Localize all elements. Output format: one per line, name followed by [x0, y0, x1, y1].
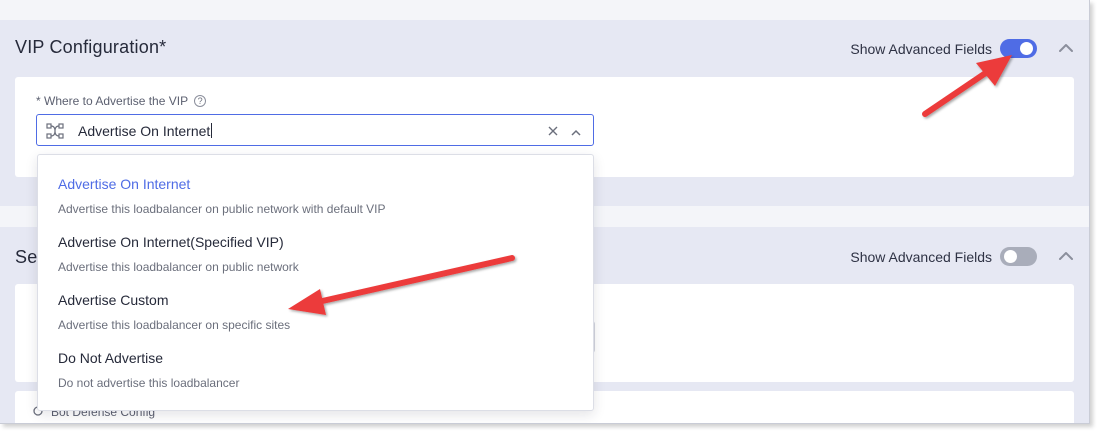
- chevron-up-icon: [1059, 44, 1073, 52]
- vip-section-title-text: VIP Configuration: [15, 37, 160, 57]
- toggle-knob: [1004, 250, 1017, 263]
- help-icon[interactable]: ?: [194, 95, 207, 107]
- chevron-up-icon[interactable]: [570, 125, 582, 143]
- advertise-field-label: * Where to Advertise the VIP ?: [36, 94, 207, 108]
- dropdown-option-advertise-custom[interactable]: Advertise Custom Advertise this loadbala…: [38, 271, 593, 332]
- dropdown-option-do-not-advertise[interactable]: Do Not Advertise Do not advertise this l…: [38, 329, 593, 390]
- advanced-fields-label: Show Advanced Fields: [850, 248, 992, 265]
- collapse-section-button[interactable]: [1056, 38, 1076, 58]
- advertise-dropdown-menu: Advertise On Internet Advertise this loa…: [37, 154, 594, 411]
- dropdown-option-advertise-on-internet-specified-vip[interactable]: Advertise On Internet(Specified VIP) Adv…: [38, 213, 593, 274]
- clear-icon[interactable]: [547, 124, 559, 142]
- vip-section-title: VIP Configuration*: [15, 37, 166, 58]
- advertise-select[interactable]: Advertise On Internet: [36, 114, 594, 146]
- second-advanced-fields: Show Advanced Fields: [850, 247, 1037, 266]
- app-frame: VIP Configuration* Show Advanced Fields …: [0, 0, 1090, 424]
- chevron-up-icon: [1059, 252, 1073, 260]
- selected-value-text: Advertise On Internet: [78, 123, 211, 139]
- vip-advanced-fields: Show Advanced Fields: [850, 39, 1037, 58]
- text-caret: [211, 123, 213, 138]
- required-mark: *: [159, 37, 167, 57]
- network-icon: [46, 123, 64, 144]
- toggle-knob: [1020, 42, 1033, 55]
- dropdown-option-advertise-on-internet[interactable]: Advertise On Internet Advertise this loa…: [38, 155, 593, 216]
- advanced-fields-label: Show Advanced Fields: [850, 40, 992, 57]
- option-title: Advertise On Internet(Specified VIP): [58, 234, 284, 250]
- advertise-select-value: Advertise On Internet: [78, 123, 213, 139]
- collapse-section-button[interactable]: [1056, 246, 1076, 266]
- advanced-fields-toggle[interactable]: [1000, 39, 1037, 58]
- advertise-field-label-text: * Where to Advertise the VIP: [36, 94, 189, 108]
- option-title: Do Not Advertise: [58, 350, 164, 366]
- advanced-fields-toggle[interactable]: [1000, 247, 1037, 266]
- option-title: Advertise On Internet: [58, 176, 191, 192]
- option-description: Do not advertise this loadbalancer: [58, 376, 240, 390]
- second-section-title: Se: [15, 247, 38, 267]
- option-title: Advertise Custom: [58, 292, 169, 308]
